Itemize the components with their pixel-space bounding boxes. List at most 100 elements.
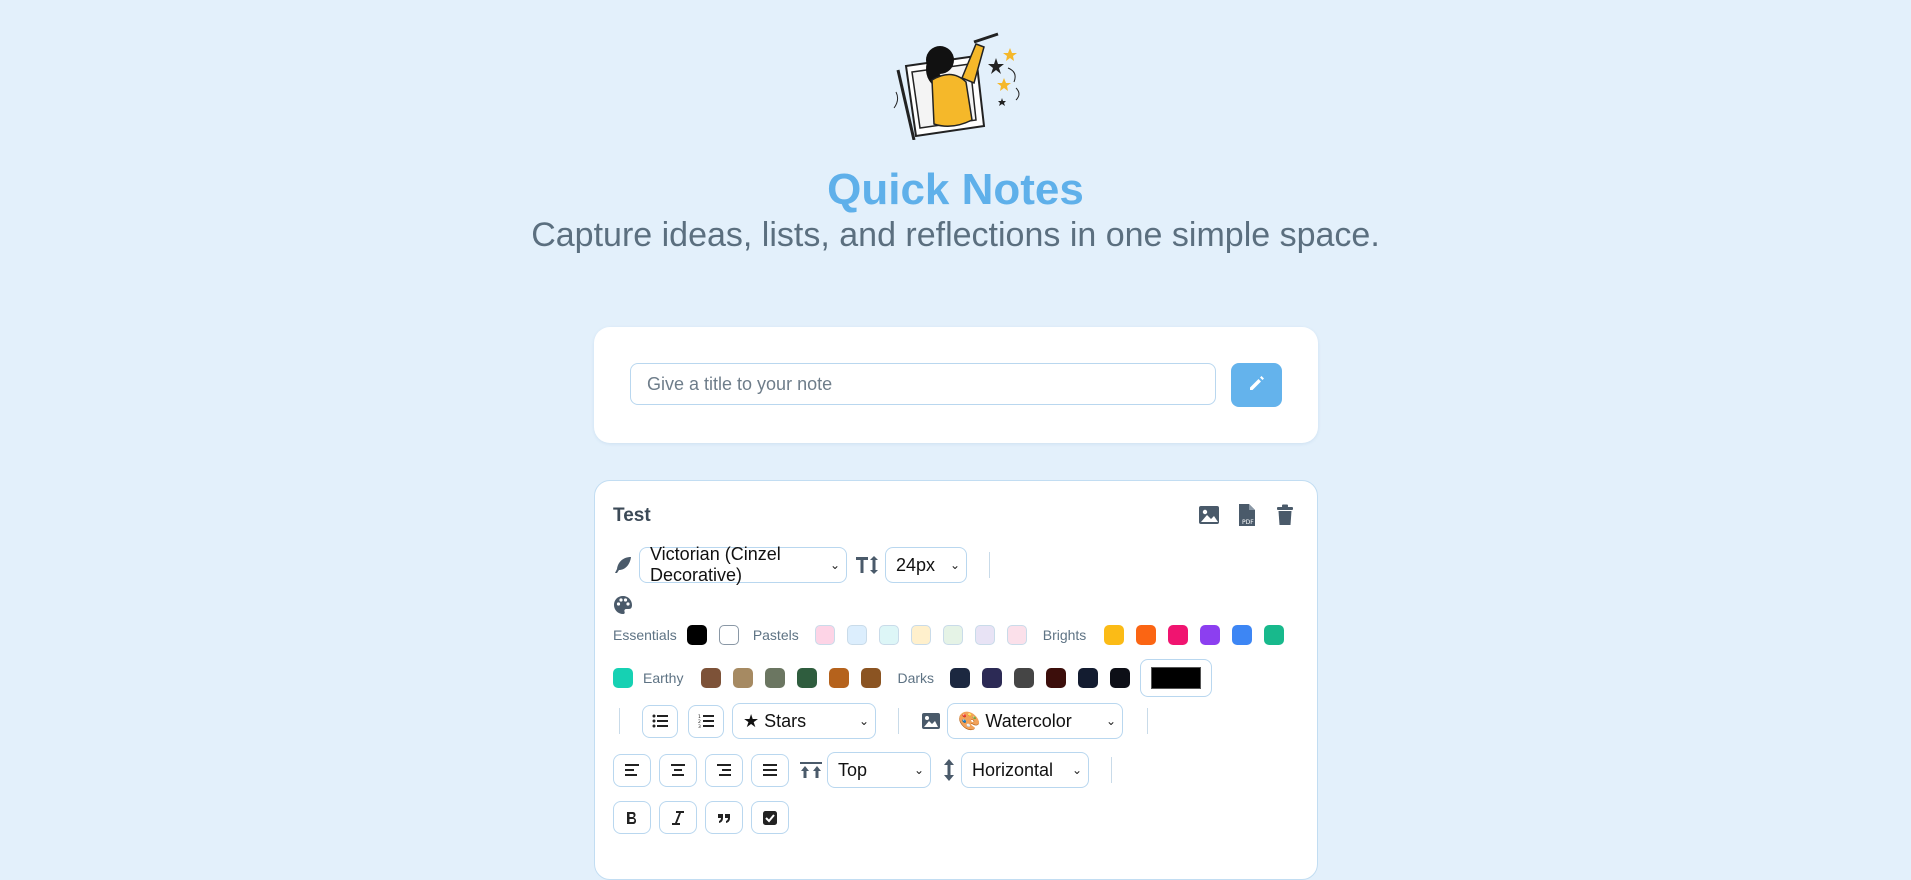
align-right-icon <box>717 764 731 776</box>
create-note-button[interactable] <box>1231 363 1282 407</box>
divider <box>1147 708 1148 734</box>
custom-color-picker[interactable] <box>1140 659 1213 697</box>
numbered-list-icon: 123 <box>698 714 714 728</box>
chevron-down-icon: ⌄ <box>913 763 924 777</box>
bold-icon <box>626 811 638 825</box>
list-background-row: 123 ★ Stars ⌄ 🎨 Watercolor ⌄ <box>613 703 1148 739</box>
list-style-select[interactable]: ★ Stars ⌄ <box>732 703 876 739</box>
pdf-export-icon[interactable]: PDF <box>1235 503 1259 527</box>
swatch-earthy-3[interactable] <box>765 668 786 688</box>
align-left-icon <box>625 764 639 776</box>
woman-painting-illustration <box>888 28 1028 141</box>
align-justify-icon <box>763 764 777 776</box>
swatch-essentials-white[interactable] <box>718 625 739 645</box>
swatch-darks-1[interactable] <box>950 668 971 688</box>
formatting-row <box>613 801 789 834</box>
swatch-earthy-4[interactable] <box>797 668 818 688</box>
pastels-label: Pastels <box>752 627 799 643</box>
swatch-earthy-2[interactable] <box>733 668 754 688</box>
divider <box>898 708 899 734</box>
swatch-pastels-2[interactable] <box>846 625 867 645</box>
palette-icon <box>613 593 633 617</box>
quote-button[interactable] <box>705 801 743 834</box>
swatch-darks-6[interactable] <box>1110 668 1131 688</box>
font-size-value: 24px <box>896 554 936 575</box>
italic-button[interactable] <box>659 801 697 834</box>
trash-icon[interactable] <box>1273 503 1297 527</box>
swatch-pastels-5[interactable] <box>942 625 963 645</box>
svg-text:3: 3 <box>698 724 701 728</box>
swatch-brights-7[interactable] <box>613 668 633 688</box>
swatch-brights-5[interactable] <box>1232 625 1253 645</box>
swatch-earthy-5[interactable] <box>829 668 850 688</box>
font-row: Victorian (Cinzel Decorative) ⌄ 24px ⌄ <box>613 544 990 585</box>
darks-label: Darks <box>897 670 935 686</box>
bullet-list-button[interactable] <box>642 704 678 738</box>
swatch-pastels-3[interactable] <box>878 625 899 645</box>
align-center-icon <box>671 764 685 776</box>
swatch-earthy-6[interactable] <box>861 668 882 688</box>
color-swatches-row-2: Earthy Darks <box>613 659 1213 697</box>
essentials-label: Essentials <box>613 627 677 643</box>
svg-text:PDF: PDF <box>1242 519 1254 526</box>
alignment-row: Top ⌄ Horizontal ⌄ <box>613 752 1112 788</box>
divider <box>1111 757 1112 783</box>
note-actions: PDF <box>1197 503 1297 527</box>
vertical-align-value: Top <box>838 759 868 780</box>
vertical-align-top-icon <box>799 758 823 782</box>
swatch-brights-1[interactable] <box>1104 625 1125 645</box>
swatch-brights-2[interactable] <box>1136 625 1157 645</box>
background-style-select[interactable]: 🎨 Watercolor ⌄ <box>947 703 1123 739</box>
numbered-list-button[interactable]: 123 <box>688 704 724 738</box>
swatch-darks-4[interactable] <box>1046 668 1067 688</box>
orientation-value: Horizontal <box>972 759 1054 780</box>
list-style-value: ★ Stars <box>743 710 807 731</box>
swatch-darks-5[interactable] <box>1078 668 1099 688</box>
align-right-button[interactable] <box>705 753 743 787</box>
chevron-down-icon: ⌄ <box>1071 763 1082 777</box>
swatch-brights-3[interactable] <box>1168 625 1189 645</box>
page-subtitle: Capture ideas, lists, and reflections in… <box>531 216 1380 254</box>
image-export-icon[interactable] <box>1197 503 1221 527</box>
swatch-darks-3[interactable] <box>1014 668 1035 688</box>
note-card: Test PDF Victorian (Cinzel Decorative) ⌄ … <box>594 480 1318 880</box>
new-note-card <box>594 327 1318 443</box>
align-center-button[interactable] <box>659 753 697 787</box>
align-left-button[interactable] <box>613 753 651 787</box>
font-family-select[interactable]: Victorian (Cinzel Decorative) ⌄ <box>639 544 847 585</box>
pencil-icon <box>1247 373 1267 398</box>
swatch-pastels-7[interactable] <box>1006 625 1027 645</box>
swatch-brights-6[interactable] <box>1264 625 1285 645</box>
chevron-down-icon: ⌄ <box>949 558 960 572</box>
checkbox-icon <box>763 810 777 825</box>
swatch-darks-2[interactable] <box>982 668 1003 688</box>
current-color-preview <box>1151 667 1202 689</box>
chevron-down-icon: ⌄ <box>1105 714 1116 728</box>
swatch-pastels-6[interactable] <box>974 625 995 645</box>
text-height-icon <box>855 553 879 577</box>
divider <box>619 708 620 734</box>
chevron-down-icon: ⌄ <box>829 558 840 572</box>
quote-icon <box>717 813 731 823</box>
background-style-value: 🎨 Watercolor <box>958 710 1072 731</box>
palette-row <box>613 593 633 617</box>
swatch-pastels-1[interactable] <box>814 625 835 645</box>
vertical-arrows-icon <box>941 758 957 782</box>
orientation-select[interactable]: Horizontal ⌄ <box>961 752 1089 788</box>
swatch-essentials-black[interactable] <box>686 625 707 645</box>
bullet-list-icon <box>652 714 668 728</box>
swatch-earthy-1[interactable] <box>701 668 722 688</box>
checklist-button[interactable] <box>751 801 789 834</box>
font-size-select[interactable]: 24px ⌄ <box>885 547 967 583</box>
bold-button[interactable] <box>613 801 651 834</box>
brights-label: Brights <box>1042 627 1087 643</box>
background-image-icon <box>919 709 943 733</box>
feather-icon <box>613 553 633 577</box>
note-title-input[interactable] <box>630 363 1216 405</box>
italic-icon <box>672 810 684 825</box>
align-justify-button[interactable] <box>751 753 789 787</box>
divider <box>989 552 990 578</box>
swatch-brights-4[interactable] <box>1200 625 1221 645</box>
swatch-pastels-4[interactable] <box>910 625 931 645</box>
vertical-align-select[interactable]: Top ⌄ <box>827 752 931 788</box>
